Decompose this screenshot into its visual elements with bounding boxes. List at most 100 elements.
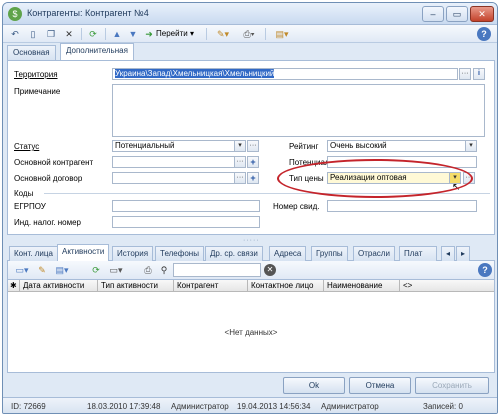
delete-icon[interactable]: ✕ [63,27,75,41]
export-icon[interactable]: ▤▾ [271,27,293,41]
copy-icon[interactable]: ❐ [45,27,57,41]
tab-groups[interactable]: Группы [311,246,348,261]
ok-button[interactable]: Ok [283,377,345,394]
save-button[interactable]: Сохранить [415,377,489,394]
status-dropdown-icon[interactable]: ▾ [234,140,246,152]
print-icon[interactable]: ⎙▾ [238,27,260,41]
grid-goto-icon[interactable]: ▤▾ [52,263,72,277]
main-tabs: Основная Дополнительная [3,43,497,60]
goto-icon: ➜ [145,29,153,39]
toolbar-separator [105,28,106,40]
app-icon: $ [8,7,22,21]
rating-field[interactable]: Очень высокий [327,140,477,152]
window-title: Контрагенты: Контрагент №4 [27,8,149,18]
minimize-button[interactable]: – [422,6,444,22]
cancel-button[interactable]: Отмена [349,377,411,394]
tab-phones[interactable]: Телефоны [155,246,204,261]
status-modified-date: 19.04.2013 14:56:34 [237,402,311,411]
status-label[interactable]: Статус [14,142,39,151]
grid-refresh-icon[interactable]: ⟳ [90,263,102,277]
status-id: ID: 72669 [11,402,46,411]
title-bar: $ Контрагенты: Контрагент №4 – ▭ ✕ [3,3,497,25]
grid-add-icon[interactable]: ▭▾ [14,263,30,277]
help-icon[interactable]: ? [477,27,491,41]
tab-payments[interactable]: Плат [399,246,437,261]
tab-additional[interactable]: Дополнительная [60,43,134,60]
up-icon[interactable]: ▲ [111,27,123,41]
toolbar: ↶ ▯ ❐ ✕ ⟳ ▲ ▼ ➜ Перейти ▾ ✎▾ ⎙▾ ▤▾ ? [3,25,497,43]
tab-activities[interactable]: Активности [57,244,110,261]
territory-select-button[interactable]: ··· [459,68,471,80]
goto-button[interactable]: Перейти ▾ [156,27,202,41]
refresh-icon[interactable]: ⟳ [87,27,99,41]
status-field[interactable]: Потенциальный [112,140,246,152]
col-more[interactable]: <> [400,280,494,292]
status-bar: ID: 72669 18.03.2010 17:39:48 Администра… [3,397,497,413]
grid-help-icon[interactable]: ? [478,263,492,277]
splitter-handle[interactable]: ····· [243,237,260,244]
down-icon[interactable]: ▼ [127,27,139,41]
tabs-scroll-right-icon[interactable]: ▸ [456,246,470,261]
form-panel: Территория Украина\Запад\Хмельницкая\Хме… [7,60,495,235]
grid-edit-icon[interactable]: ✎ [36,263,48,277]
main-contractor-add-icon[interactable]: + [247,156,259,168]
egrpou-field[interactable] [112,200,260,212]
main-contract-select-button[interactable]: ··· [234,172,246,184]
note-field[interactable] [112,84,485,137]
tabs-scroll-left-icon[interactable]: ◂ [441,246,455,261]
col-activity-type[interactable]: Тип активности [98,280,174,292]
activities-grid: ✱ Дата активности Тип активности Контраг… [7,279,495,373]
maximize-button[interactable]: ▭ [446,6,468,22]
price-type-highlight [277,159,473,198]
main-contract-label: Основной договор [14,174,83,183]
grid-header: ✱ Дата активности Тип активности Контраг… [8,280,494,292]
main-contractor-field[interactable] [112,156,235,168]
tab-other-contacts[interactable]: Др. ср. связи [205,246,263,261]
egrpou-label: ЕГРПОУ [14,202,46,211]
status-created-date: 18.03.2010 17:39:48 [87,402,161,411]
territory-value: Украина\Запад\Хмельницкая\Хмельницкий [115,69,275,78]
main-contractor-select-button[interactable]: ··· [234,156,246,168]
tab-industries[interactable]: Отрасли [353,246,395,261]
tax-number-field[interactable] [112,216,260,228]
detail-tabs: Конт. лица Активности История Телефоны Д… [7,244,495,261]
grid-print-icon[interactable]: ⎙ [142,263,154,277]
tab-addresses[interactable]: Адреса [269,246,307,261]
tab-main[interactable]: Основная [7,45,56,60]
rating-dropdown-icon[interactable]: ▾ [465,140,477,152]
grid-toolbar: ▭▾ ✎ ▤▾ ⟳ ▭▾ ⎙ ⚲ ✕ ? [7,261,495,279]
tax-number-label: Инд. налог. номер [14,218,82,227]
grid-search-input[interactable] [173,263,261,277]
col-name[interactable]: Наименование [324,280,400,292]
grid-view-icon[interactable]: ▭▾ [106,263,126,277]
main-contract-add-icon[interactable]: + [247,172,259,184]
cert-number-label: Номер свид. [273,202,320,211]
toolbar-separator [265,28,266,40]
clear-icon[interactable]: ✕ [264,264,276,276]
main-contract-field[interactable] [112,172,235,184]
toolbar-separator [206,28,207,40]
cert-number-field[interactable] [327,200,477,212]
tools-icon[interactable]: ✎▾ [212,27,234,41]
undo-icon[interactable]: ↶ [9,27,21,41]
close-button[interactable]: ✕ [470,6,494,22]
col-activity-date[interactable]: Дата активности [20,280,98,292]
status-records: Записей: 0 [423,402,463,411]
tab-contacts[interactable]: Конт. лица [9,246,58,261]
chevron-down-icon: ▾ [189,29,194,38]
status-modified-by: Администратор [321,402,379,411]
territory-field[interactable]: Украина\Запад\Хмельницкая\Хмельницкий [112,68,458,80]
col-contractor[interactable]: Контрагент [174,280,248,292]
col-contact-person[interactable]: Контактное лицо [248,280,324,292]
search-icon: ⚲ [160,265,168,275]
new-icon[interactable]: ▯ [27,27,39,41]
main-contractor-label: Основной контрагент [14,158,94,167]
grid-marker: ✱ [8,280,20,292]
status-created-by: Администратор [171,402,229,411]
status-select-button[interactable]: ··· [247,140,259,152]
info-icon[interactable]: i [473,68,485,80]
tab-history[interactable]: История [112,246,154,261]
territory-label[interactable]: Территория [14,70,58,79]
toolbar-separator [81,28,82,40]
goto-label: Перейти [156,29,188,38]
